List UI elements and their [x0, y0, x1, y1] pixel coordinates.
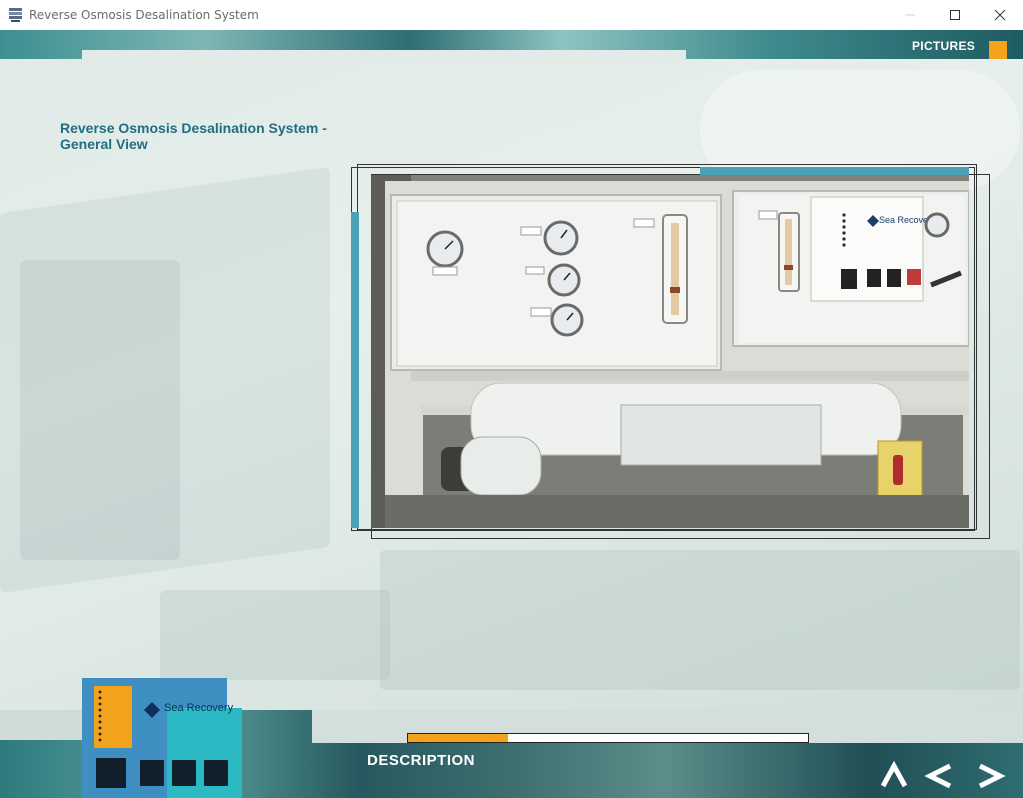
frame-accent-top	[700, 167, 969, 175]
pressure-gauge	[543, 220, 579, 256]
progress-bar-fill	[408, 734, 508, 742]
background-decoration	[160, 590, 390, 680]
window-title: Reverse Osmosis Desalination System	[29, 8, 259, 22]
window-titlebar: Reverse Osmosis Desalination System	[0, 0, 1023, 30]
footer-banner-mask-left	[0, 710, 82, 740]
pressure-gauge	[550, 303, 584, 337]
progress-bar	[407, 733, 809, 743]
thumbnail-illustration: Sea Recovery	[82, 678, 242, 798]
close-button[interactable]	[977, 0, 1023, 30]
forward-button[interactable]	[974, 758, 1006, 794]
minimize-button[interactable]	[887, 0, 933, 30]
back-button[interactable]	[924, 758, 956, 794]
system-photo-illustration: Sea Recovery	[371, 175, 969, 528]
close-icon	[994, 9, 1006, 21]
flow-meter	[662, 214, 688, 324]
description-button[interactable]: DESCRIPTION	[367, 752, 475, 769]
background-decoration	[380, 550, 1020, 690]
minimize-icon	[905, 14, 915, 16]
main-stage: PICTURES Reverse Osmosis Desalination Sy…	[0, 30, 1023, 798]
control-panel: Sea Recovery	[810, 196, 936, 302]
system-photo: Sea Recovery	[371, 175, 969, 528]
thumbnail-brand-text: Sea Recovery	[164, 702, 234, 714]
up-icon	[880, 760, 908, 788]
maximize-button[interactable]	[932, 0, 978, 30]
pictures-section-label: PICTURES	[912, 39, 976, 53]
header-banner-mask	[82, 50, 686, 62]
pressure-gauge	[426, 230, 464, 268]
pictures-indicator	[989, 41, 1007, 59]
up-button[interactable]	[878, 758, 910, 794]
app-icon	[9, 8, 22, 22]
background-decoration	[20, 260, 180, 560]
flow-meter	[778, 212, 800, 292]
maximize-icon	[950, 10, 960, 20]
back-icon	[924, 763, 952, 789]
frame-accent-left	[351, 212, 359, 528]
pressure-gauge	[924, 212, 950, 238]
page-heading: Reverse Osmosis Desalination System - Ge…	[60, 120, 327, 152]
pressure-gauge	[547, 263, 581, 297]
fire-extinguisher-sign	[877, 440, 923, 497]
forward-icon	[978, 763, 1006, 789]
thumbnail-image[interactable]: Sea Recovery	[82, 678, 242, 798]
